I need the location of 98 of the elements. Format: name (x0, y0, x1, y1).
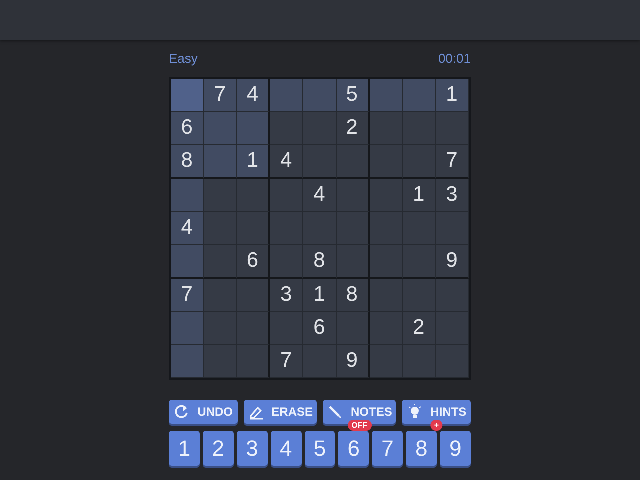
board-cell[interactable]: 6 (303, 312, 337, 345)
board-cell[interactable] (237, 212, 270, 245)
board-cell[interactable]: 3 (270, 279, 304, 312)
number-button[interactable]: 3 (236, 431, 268, 466)
erase-button[interactable]: ERASE (244, 400, 317, 424)
board-cell[interactable] (370, 79, 403, 112)
board-cell[interactable] (204, 312, 238, 345)
board-cell[interactable] (436, 112, 469, 145)
number-button[interactable]: 4 (270, 431, 302, 466)
board-cell[interactable] (303, 145, 337, 179)
board-cell[interactable]: 9 (436, 245, 469, 279)
board-cell[interactable]: 1 (303, 279, 337, 312)
number-button[interactable]: 7 (372, 431, 404, 466)
board-cell[interactable] (237, 312, 270, 345)
board-cell[interactable] (270, 312, 304, 345)
board-cell[interactable] (204, 145, 238, 179)
board-cell[interactable] (370, 145, 403, 179)
board-cell[interactable]: 4 (237, 79, 270, 112)
undo-icon (174, 404, 190, 420)
board-cell[interactable] (402, 245, 436, 279)
board-cell[interactable] (336, 312, 370, 345)
board-cell[interactable]: 6 (237, 245, 270, 279)
hints-button[interactable]: HINTS (402, 400, 471, 424)
board-cell[interactable] (303, 112, 337, 145)
board-cell[interactable]: 9 (336, 345, 370, 378)
board-cell[interactable] (370, 212, 403, 245)
board-cell[interactable] (370, 345, 403, 378)
board-cell[interactable] (204, 179, 238, 212)
board-cell[interactable] (171, 79, 204, 112)
board-cell[interactable] (171, 179, 204, 212)
board-cell[interactable]: 2 (336, 112, 370, 145)
board-cell[interactable] (436, 312, 469, 345)
board-cell[interactable]: 5 (336, 79, 370, 112)
board-cell[interactable] (237, 179, 270, 212)
board-cell[interactable]: 2 (402, 312, 436, 345)
board-cell[interactable] (270, 245, 304, 279)
board-cell[interactable] (402, 145, 436, 179)
board-cell[interactable] (436, 345, 469, 378)
number-button[interactable]: 9 (440, 431, 472, 466)
board-cell[interactable] (436, 212, 469, 245)
board-cell[interactable] (204, 112, 238, 145)
board-cell[interactable] (171, 345, 204, 378)
board-cell[interactable]: 8 (303, 245, 337, 279)
board-cell[interactable]: 4 (303, 179, 337, 212)
pencil-icon (327, 404, 343, 420)
board-cell[interactable] (336, 179, 370, 212)
board-cell[interactable] (270, 112, 304, 145)
board-cell[interactable] (303, 79, 337, 112)
board-cell[interactable] (370, 312, 403, 345)
board-cell[interactable] (402, 279, 436, 312)
board-cell[interactable] (270, 212, 304, 245)
board-cell[interactable] (204, 345, 238, 378)
board-cell[interactable] (204, 212, 238, 245)
board-cell[interactable] (370, 112, 403, 145)
board-cell[interactable] (402, 112, 436, 145)
board-cell[interactable] (336, 212, 370, 245)
board-cell[interactable]: 7 (171, 279, 204, 312)
board-cell[interactable]: 6 (171, 112, 204, 145)
number-button[interactable]: 1 (169, 431, 200, 466)
timer: 00:01 (438, 50, 471, 68)
number-button[interactable]: 8 (406, 431, 438, 466)
board-cell[interactable] (303, 345, 337, 378)
board-cell[interactable]: 4 (270, 145, 304, 179)
board-cell[interactable] (171, 312, 204, 345)
number-button[interactable]: 6 (338, 431, 370, 466)
number-button[interactable]: 2 (202, 431, 234, 466)
board-cell[interactable] (237, 279, 270, 312)
undo-button[interactable]: UNDO (169, 400, 238, 424)
difficulty-label: Easy (169, 50, 198, 68)
board-cell[interactable]: 7 (436, 145, 469, 179)
board-cell[interactable] (336, 145, 370, 179)
lightbulb-icon (406, 404, 423, 420)
board-cell[interactable] (336, 245, 370, 279)
board-cell[interactable] (270, 79, 304, 112)
board-cell[interactable]: 1 (237, 145, 270, 179)
board-cell[interactable] (436, 279, 469, 312)
board-cell[interactable] (402, 79, 436, 112)
board-cell[interactable] (370, 279, 403, 312)
board-cell[interactable] (237, 345, 270, 378)
board-cell[interactable]: 8 (171, 145, 204, 179)
board-cell[interactable] (402, 345, 436, 378)
board-cell[interactable]: 7 (204, 79, 238, 112)
board-cell[interactable] (370, 245, 403, 279)
board-cell[interactable] (171, 245, 204, 279)
board-cell[interactable] (270, 179, 304, 212)
board-cell[interactable]: 3 (436, 179, 469, 212)
eraser-icon (248, 404, 264, 420)
board-cell[interactable] (204, 245, 238, 279)
board-cell[interactable] (370, 179, 403, 212)
board-cell[interactable] (237, 112, 270, 145)
board-cell[interactable]: 1 (402, 179, 436, 212)
board-cell[interactable] (204, 279, 238, 312)
board-cell[interactable]: 8 (336, 279, 370, 312)
board-cell[interactable]: 1 (436, 79, 469, 112)
status-badge: OFF (348, 420, 372, 431)
number-button[interactable]: 5 (304, 431, 336, 466)
board-cell[interactable]: 7 (270, 345, 304, 378)
board-cell[interactable]: 4 (171, 212, 204, 245)
